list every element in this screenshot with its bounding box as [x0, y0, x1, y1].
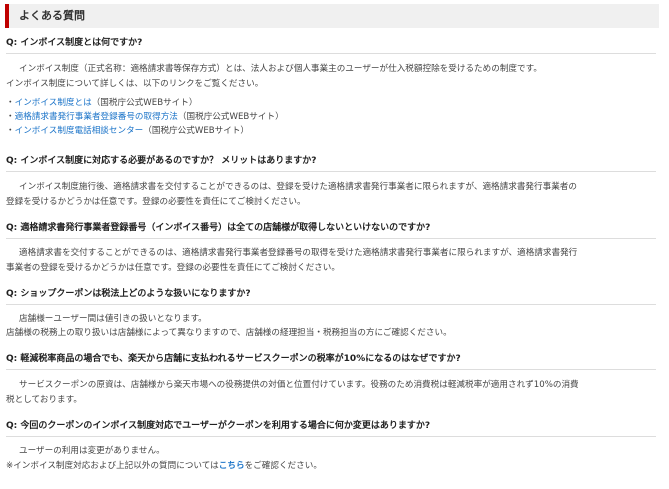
- faq-note: ※インボイス制度対応および上記以外の質問についてはこちらをご確認ください。: [6, 461, 322, 471]
- faq-answer-4-line-2: 店舗様の税務上の取り扱いは店舗様によって異なりますので、店舗様の経理担当・税務担…: [6, 328, 452, 338]
- link-item-phone-center: ・インボイス制度電話相談センター（国税庁公式WEBサイト）: [6, 126, 250, 136]
- faq-answer-6-line-1: ユーザーの利用は変更がありません。: [19, 446, 165, 456]
- faq-answer-1-line-1: インボイス制度（正式名称：適格請求書等保存方式）とは、法人および個人事業主のユー…: [19, 64, 542, 74]
- faq-answer-1-line-2: インボイス制度について詳しくは、以下のリンクをご覧ください。: [6, 79, 264, 89]
- faq-answer-5-line-1: サービスクーポンの原資は、店舗様から楽天市場への役務提供の対価と位置付けています…: [19, 380, 579, 390]
- faq-question-3: Q: 適格請求書発行事業者登録番号（インボイス番号）は全ての店舗様が取得しないと…: [6, 223, 431, 233]
- faq-answer-5-line-2: 税としております。: [6, 395, 82, 405]
- divider: [6, 369, 656, 370]
- link-registration-number[interactable]: 適格請求書発行事業者登録番号の取得方法: [15, 112, 178, 122]
- faq-question-4: Q: ショップクーポンは税法上どのような扱いになりますか?: [6, 289, 251, 299]
- faq-page: よくある質問 Q: インボイス制度とは何ですか? インボイス制度（正式名称：適格…: [0, 0, 669, 489]
- faq-question-2: Q: インボイス制度に対応する必要があるのですか？ メリットはありますか?: [6, 156, 317, 166]
- faq-answer-2-line-2: 登録を受けるかどうかは任意です。登録の必要性を責任にてご検討ください。: [6, 197, 306, 207]
- link-item-invoice-about: ・インボイス制度とは（国税庁公式WEBサイト）: [6, 98, 198, 108]
- link-item-registration-number: ・適格請求書発行事業者登録番号の取得方法（国税庁公式WEBサイト）: [6, 112, 284, 122]
- link-here[interactable]: こちら: [219, 461, 245, 471]
- faq-answer-4-line-1: 店舗様ーユーザー間は値引きの扱いとなります。: [19, 314, 207, 324]
- divider: [6, 304, 656, 305]
- faq-answer-2-line-1: インボイス制度施行後、適格請求書を交付することができるのは、登録を受けた適格請求…: [19, 182, 577, 192]
- divider: [6, 171, 656, 172]
- faq-section-header: よくある質問: [5, 4, 659, 28]
- faq-question-1: Q: インボイス制度とは何ですか?: [6, 38, 143, 48]
- link-invoice-about[interactable]: インボイス制度とは: [15, 98, 92, 108]
- link-phone-center[interactable]: インボイス制度電話相談センター: [15, 126, 144, 136]
- faq-question-6: Q: 今回のクーポンのインボイス制度対応でユーザーがクーポンを利用する場合に何か…: [6, 421, 431, 431]
- faq-title: よくある質問: [19, 9, 85, 22]
- faq-answer-3-line-2: 事業者の登録を受けるかどうかは任意です。登録の必要性を責任にてご検討ください。: [6, 263, 340, 273]
- divider: [6, 238, 656, 239]
- divider: [6, 53, 656, 54]
- faq-question-5: Q: 軽減税率商品の場合でも、楽天から店舗に支払われるサービスクーポンの税率が1…: [6, 354, 461, 364]
- faq-answer-3-line-1: 適格請求書を交付することができるのは、適格請求書発行事業者登録番号の取得を受けた…: [19, 248, 578, 258]
- divider: [6, 436, 656, 437]
